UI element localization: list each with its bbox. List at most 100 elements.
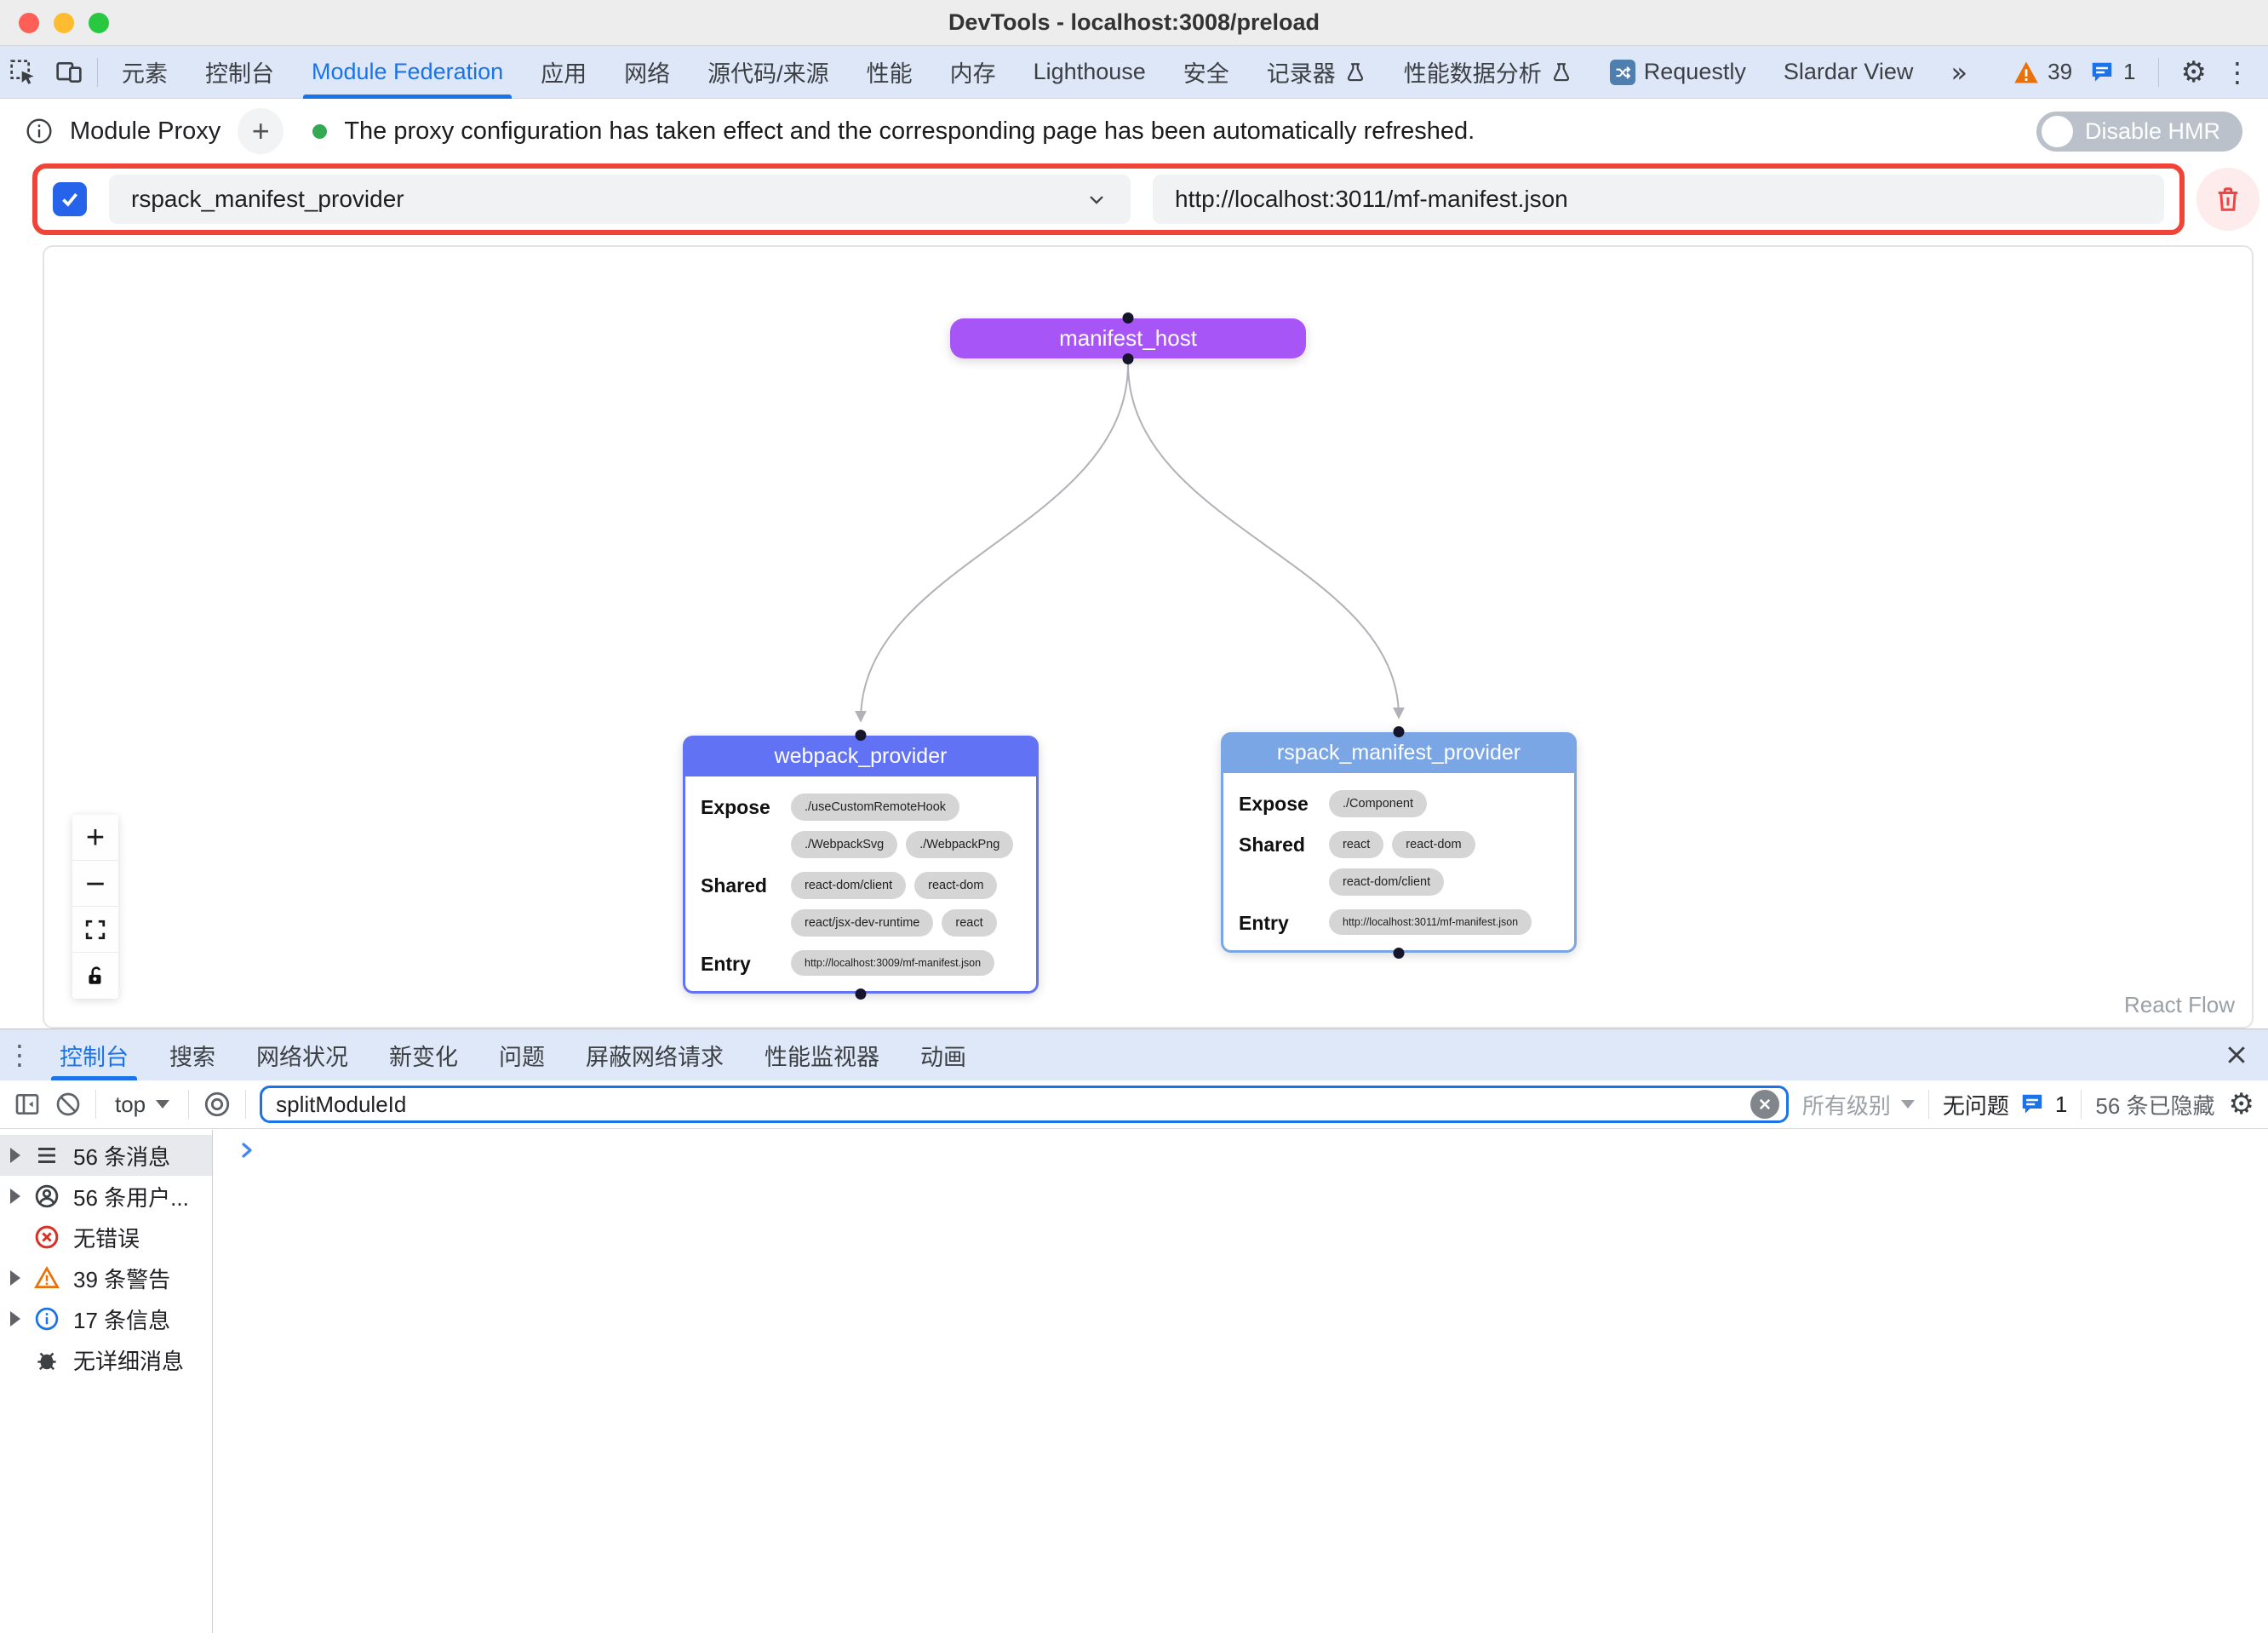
clear-filter-button[interactable] xyxy=(1750,1090,1779,1119)
node-handle[interactable] xyxy=(1394,948,1405,959)
sidebar-item-all-messages[interactable]: 56 条消息 xyxy=(0,1135,212,1176)
sidebar-item-warnings[interactable]: 39 条警告 xyxy=(0,1258,212,1298)
expander-icon[interactable] xyxy=(10,1311,34,1326)
info-icon[interactable] xyxy=(26,117,53,145)
tab-lighthouse[interactable]: Lighthouse xyxy=(1015,46,1165,99)
module-proxy-header: Module Proxy + The proxy configuration h… xyxy=(0,100,2268,163)
node-rspack-manifest-provider[interactable]: rspack_manifest_provider Expose ./Compon… xyxy=(1221,732,1577,953)
provider-select[interactable]: rspack_manifest_provider xyxy=(109,175,1131,224)
sidebar-item-verbose[interactable]: 无详细消息 xyxy=(0,1339,212,1380)
node-handle[interactable] xyxy=(1123,312,1134,324)
shared-tag: react xyxy=(942,909,996,937)
console-sidebar-toggle-icon[interactable] xyxy=(14,1091,41,1118)
sidebar-item-errors[interactable]: 无错误 xyxy=(0,1217,212,1258)
drawer-tabbar: ⋮ 控制台 搜索 网络状况 新变化 问题 屏蔽网络请求 性能监视器 动画 xyxy=(0,1029,2268,1080)
more-tabs-button[interactable]: » xyxy=(1932,46,1986,99)
close-drawer-button[interactable] xyxy=(2224,1042,2268,1068)
tab-module-federation[interactable]: Module Federation xyxy=(293,46,522,99)
console-sidebar: 56 条消息 56 条用户... 无错误 xyxy=(0,1130,213,1633)
proxy-enabled-checkbox[interactable] xyxy=(53,182,87,216)
drawer-tab-issues[interactable]: 问题 xyxy=(478,1029,565,1080)
hidden-messages-count[interactable]: 56 条已隐藏 xyxy=(2095,1089,2214,1120)
module-proxy-title: Module Proxy xyxy=(70,117,220,146)
drawer-tab-network-blocking[interactable]: 屏蔽网络请求 xyxy=(565,1029,744,1080)
drawer-tab-network-conditions[interactable]: 网络状况 xyxy=(236,1029,369,1080)
tab-network[interactable]: 网络 xyxy=(605,46,689,99)
tab-security[interactable]: 安全 xyxy=(1165,46,1248,99)
drawer-tab-changes[interactable]: 新变化 xyxy=(369,1029,478,1080)
fit-view-button[interactable] xyxy=(72,907,118,953)
kebab-menu-icon[interactable]: ⋮ xyxy=(2224,59,2251,86)
console-settings-gear-icon[interactable]: ⚙ xyxy=(2229,1090,2254,1119)
sidebar-item-info[interactable]: 17 条信息 xyxy=(0,1298,212,1339)
zoom-in-button[interactable]: + xyxy=(72,815,118,861)
shared-tag: react-dom xyxy=(914,872,997,899)
device-toolbar-icon[interactable] xyxy=(46,46,92,99)
drawer-kebab-menu-icon[interactable]: ⋮ xyxy=(0,1041,39,1069)
toolbar-separator xyxy=(95,1090,96,1119)
sidebar-item-user-messages[interactable]: 56 条用户... xyxy=(0,1176,212,1217)
node-handle[interactable] xyxy=(1123,353,1134,364)
disable-hmr-toggle[interactable]: Disable HMR xyxy=(2036,112,2242,152)
dropdown-arrow-icon xyxy=(156,1100,169,1109)
issues-status[interactable]: 无问题 1 xyxy=(1943,1089,2067,1120)
tab-memory[interactable]: 内存 xyxy=(931,46,1015,99)
flask-icon xyxy=(1550,61,1572,83)
console-filter-box xyxy=(260,1086,1789,1123)
shared-section: Shared react react-dom react-dom/client xyxy=(1239,831,1562,896)
warning-count[interactable]: 39 xyxy=(2013,59,2072,85)
expose-tag: ./WebpackSvg xyxy=(791,831,897,858)
node-handle[interactable] xyxy=(856,988,867,1000)
node-manifest-host[interactable]: manifest_host xyxy=(950,318,1306,358)
expose-tag: ./WebpackPng xyxy=(906,831,1013,858)
drawer-tab-animations[interactable]: 动画 xyxy=(900,1029,987,1080)
toolbar-separator xyxy=(2158,58,2159,87)
issues-count[interactable]: 1 xyxy=(2089,59,2135,85)
tab-performance-insights[interactable]: 性能数据分析 xyxy=(1385,46,1591,99)
shared-tag: react-dom/client xyxy=(791,872,906,899)
toggle-label: Disable HMR xyxy=(2085,118,2220,145)
add-proxy-button[interactable]: + xyxy=(238,108,284,154)
console-filter-input[interactable] xyxy=(276,1092,1742,1118)
tab-sources[interactable]: 源代码/来源 xyxy=(689,46,848,99)
console-body: 56 条消息 56 条用户... 无错误 xyxy=(0,1130,2268,1633)
tab-recorder[interactable]: 记录器 xyxy=(1248,46,1385,99)
clear-console-icon[interactable] xyxy=(54,1091,82,1118)
node-handle[interactable] xyxy=(856,730,867,741)
message-icon xyxy=(2019,1092,2045,1117)
window-titlebar: DevTools - localhost:3008/preload xyxy=(0,0,2268,46)
unlock-icon xyxy=(84,965,106,987)
delete-proxy-button[interactable] xyxy=(2196,168,2259,231)
node-webpack-provider[interactable]: webpack_provider Expose ./useCustomRemot… xyxy=(683,736,1039,994)
lock-button[interactable] xyxy=(72,953,118,999)
tab-performance[interactable]: 性能 xyxy=(848,46,931,99)
node-handle[interactable] xyxy=(1394,726,1405,737)
bug-icon xyxy=(34,1347,73,1372)
live-expression-eye-icon[interactable] xyxy=(203,1090,232,1119)
tab-slardar-view[interactable]: Slardar View xyxy=(1765,46,1933,99)
drawer-tab-performance-monitor[interactable]: 性能监视器 xyxy=(744,1029,900,1080)
module-graph-panel[interactable]: manifest_host webpack_provider Expose ./… xyxy=(43,245,2254,1029)
zoom-out-button[interactable] xyxy=(72,861,118,907)
tab-requestly[interactable]: Requestly xyxy=(1591,46,1765,99)
close-window-button[interactable] xyxy=(19,13,39,33)
tab-console[interactable]: 控制台 xyxy=(186,46,293,99)
maximize-window-button[interactable] xyxy=(89,13,109,33)
expander-icon[interactable] xyxy=(10,1189,34,1204)
settings-gear-icon[interactable]: ⚙ xyxy=(2181,58,2207,87)
console-output-area[interactable] xyxy=(213,1130,2268,1633)
log-levels-select[interactable]: 所有级别 xyxy=(1802,1089,1915,1120)
inspect-element-icon[interactable] xyxy=(0,46,46,99)
react-flow-attribution[interactable]: React Flow xyxy=(2124,992,2235,1018)
drawer-tab-console[interactable]: 控制台 xyxy=(39,1029,149,1080)
tab-elements[interactable]: 元素 xyxy=(103,46,186,99)
minimize-window-button[interactable] xyxy=(54,13,74,33)
javascript-context-select[interactable]: top xyxy=(110,1092,175,1118)
drawer-tab-search[interactable]: 搜索 xyxy=(149,1029,236,1080)
tab-application[interactable]: 应用 xyxy=(522,46,605,99)
manifest-url-input[interactable] xyxy=(1153,175,2164,224)
expander-icon[interactable] xyxy=(10,1270,34,1286)
expander-icon[interactable] xyxy=(10,1148,34,1163)
entry-section: Entry http://localhost:3011/mf-manifest.… xyxy=(1239,909,1562,935)
expose-section: Expose ./Component xyxy=(1239,790,1562,817)
